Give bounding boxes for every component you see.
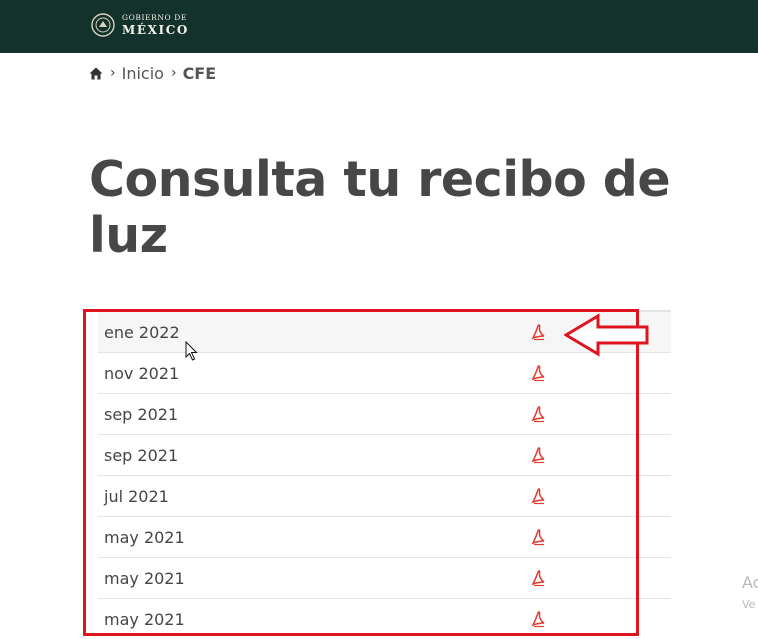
- activation-watermark: Ac: [742, 573, 758, 592]
- logo-line2: MÉXICO: [122, 22, 189, 37]
- breadcrumb: › Inicio › CFE: [89, 62, 216, 84]
- breadcrumb-current-cfe: CFE: [182, 63, 217, 83]
- chevron-right-icon: ›: [170, 65, 177, 81]
- mouse-cursor-icon: [185, 341, 198, 361]
- logo-text: GOBIERNO DE MÉXICO: [122, 14, 189, 36]
- activation-watermark-sub: Ve: [742, 598, 756, 611]
- top-navigation-bar: GOBIERNO DE MÉXICO: [0, 0, 758, 53]
- chevron-right-icon: ›: [110, 65, 116, 81]
- home-icon[interactable]: [89, 67, 103, 80]
- logo-line1: GOBIERNO DE: [122, 13, 187, 23]
- left-arrow-annotation-icon: [564, 313, 649, 357]
- gobierno-mexico-logo[interactable]: GOBIERNO DE MÉXICO: [90, 10, 189, 40]
- page-title: Consulta tu recibo de luz: [89, 151, 671, 264]
- coat-of-arms-icon: [91, 13, 115, 37]
- breadcrumb-link-inicio[interactable]: Inicio: [122, 64, 164, 83]
- red-highlight-box: [83, 309, 639, 636]
